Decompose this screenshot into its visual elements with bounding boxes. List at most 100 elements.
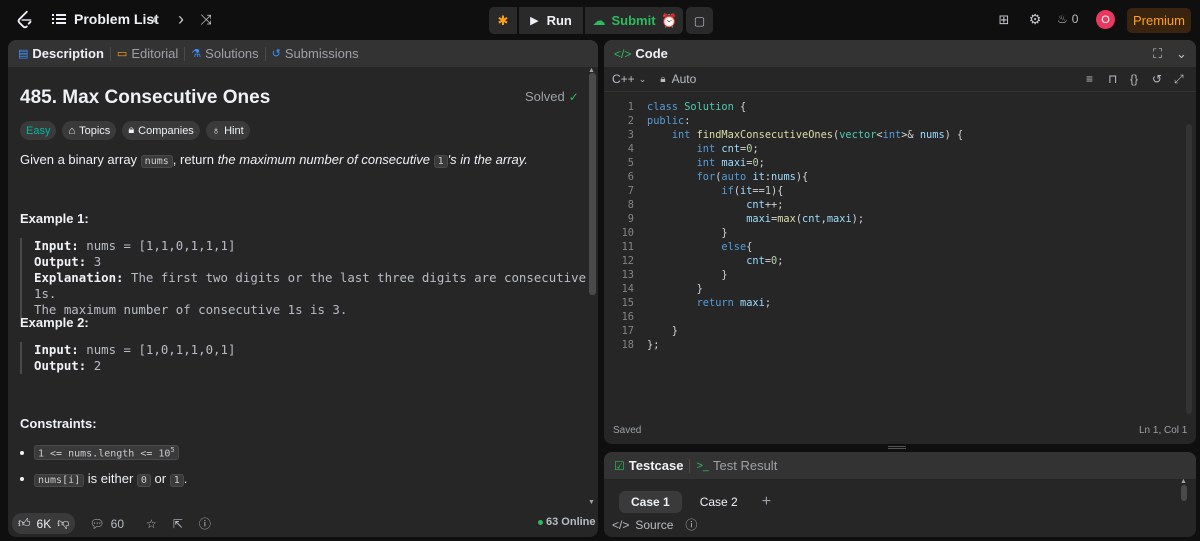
layout-grid-icon[interactable]: ⊞	[994, 11, 1014, 31]
description-tabs: ▤ Description ▭ Editorial ⚗ Solutions ↺ …	[8, 40, 598, 67]
star-icon[interactable]: ☆	[146, 517, 157, 531]
code-line: else{	[721, 241, 753, 253]
submit-label: Submit	[611, 13, 656, 28]
tab-submissions[interactable]: ↺ Submissions	[272, 46, 359, 61]
output-value: 2	[93, 358, 102, 373]
comments-button[interactable]: 💬︎ 60	[89, 517, 124, 531]
tag-icon: ⌂	[68, 124, 76, 137]
topics-label: Topics	[79, 124, 111, 137]
scrollbar-thumb[interactable]	[1181, 485, 1187, 501]
tab-testcase[interactable]: ☑ Testcase	[614, 458, 683, 473]
constraints-heading: Constraints:	[20, 416, 97, 431]
code-line: public:	[647, 115, 691, 127]
submit-button[interactable]: ☁ Submit	[585, 7, 663, 34]
history-icon: ↺	[271, 48, 281, 60]
tab-divider	[109, 46, 111, 61]
thumbs-up-icon[interactable]: 👍︎	[18, 516, 31, 531]
line-number: 14	[621, 283, 634, 295]
prev-problem-icon[interactable]: ‹	[145, 10, 165, 30]
input-value: nums = [1,1,0,1,1,1]	[86, 238, 236, 253]
panel-resize-handle[interactable]	[888, 446, 906, 449]
code-line: cnt=0;	[746, 255, 784, 267]
streak-counter[interactable]: ♨ 0	[1057, 12, 1078, 26]
help-icon[interactable]: ⓘ	[199, 515, 211, 532]
scrollbar-thumb[interactable]	[589, 73, 596, 295]
tab-solutions-label: Solutions	[205, 46, 259, 61]
scroll-up-icon[interactable]: ▲	[1180, 478, 1190, 485]
description-scrollbar[interactable]: ▲ ▼	[587, 67, 597, 510]
settings-gear-icon[interactable]: ⚙	[1025, 10, 1045, 30]
maximize-icon[interactable]: ⛶	[1153, 46, 1162, 62]
collapse-icon[interactable]: ⌄	[1176, 46, 1187, 62]
book-icon: ▭	[116, 48, 128, 60]
description-footer: 👍︎ 6K 👎︎ 💬︎ 60 ☆ ⇱ ⓘ 63 Online	[8, 510, 598, 537]
companies-chip[interactable]: 🔒︎ Companies	[122, 121, 200, 140]
share-icon[interactable]: ⇱	[173, 517, 183, 531]
line-number: 9	[627, 213, 634, 225]
bookmark-icon[interactable]: ⊓	[1108, 72, 1117, 86]
output-value: 3	[93, 254, 102, 269]
code-line: }	[647, 283, 703, 295]
run-button[interactable]: ▶ Run	[519, 7, 583, 34]
reset-icon[interactable]: ↺	[1152, 72, 1162, 86]
constraint-text-part: or	[150, 471, 170, 486]
fullscreen-icon[interactable]: ⤢	[1174, 72, 1184, 87]
debug-button[interactable]: ✱	[489, 7, 517, 34]
fire-icon: ♨	[1057, 12, 1068, 26]
line-number: 11	[621, 241, 634, 253]
tab-solutions[interactable]: ⚗ Solutions	[191, 46, 258, 61]
hint-chip[interactable]: ♁ Hint	[205, 121, 250, 140]
code-editor[interactable]: 1 2 3 4 5 6 7 8 9 10 11 12 13 14 15 16 17 18 class Soluti…	[604, 94, 1196, 414]
scrollbar-thumb[interactable]	[1186, 124, 1192, 414]
tab-test-result[interactable]: >_ Test Result	[696, 458, 777, 473]
code-line: int findMaxConsecutiveOnes(vector<int>& …	[671, 129, 964, 141]
solved-label: Solved	[525, 89, 565, 104]
leetcode-logo-icon[interactable]	[14, 9, 36, 31]
line-number: 18	[621, 339, 634, 351]
inline-code: 1	[433, 155, 448, 168]
line-number: 12	[621, 255, 634, 267]
input-value: nums = [1,0,1,1,0,1]	[86, 342, 236, 357]
braces-icon[interactable]: {}	[1130, 72, 1138, 86]
thumbs-down-icon[interactable]: 👎︎	[57, 516, 69, 531]
inline-code: nums[i]	[34, 474, 85, 487]
topics-chip[interactable]: ⌂ Topics	[62, 121, 117, 140]
help-icon[interactable]: ⓘ	[685, 516, 697, 533]
tab-editorial[interactable]: ▭ Editorial	[117, 46, 178, 61]
code-lines[interactable]: class Solution { public: int findMaxCons…	[647, 100, 963, 352]
code-line: for(auto it:nums){	[696, 171, 809, 183]
notes-button[interactable]: ▢	[686, 7, 713, 34]
bug-icon: ✱	[497, 12, 509, 28]
example-2-block: Input: nums = [1,0,1,1,0,1] Output: 2	[20, 342, 235, 374]
like-count: 6K	[36, 516, 52, 531]
timer-button[interactable]: ⏰	[656, 7, 683, 34]
format-icon[interactable]: ≡	[1086, 72, 1093, 86]
top-navbar: Problem List ‹ › ⤨ ✱ ▶ Run ☁ Submit ⏰ ▢ …	[0, 0, 1200, 40]
example-2-heading: Example 2:	[20, 315, 89, 330]
note-icon: ▢	[693, 13, 706, 28]
code-line: return maxi;	[696, 297, 772, 309]
case-tab[interactable]: Case 1	[619, 491, 682, 513]
language-select[interactable]: C++ ⌄	[612, 72, 646, 86]
constraint-text-part: .	[183, 471, 188, 486]
testcase-scrollbar[interactable]: ▲	[1180, 478, 1190, 534]
shuffle-icon[interactable]: ⤨	[196, 10, 216, 30]
code-line: int maxi=0;	[696, 157, 765, 169]
add-case-button[interactable]: +	[762, 493, 771, 511]
premium-button[interactable]: Premium	[1127, 8, 1191, 33]
difficulty-label: Easy	[26, 124, 51, 137]
auto-mode[interactable]: 🔒︎ Auto	[660, 72, 696, 86]
scroll-down-icon[interactable]: ▼	[588, 499, 595, 506]
editor-scrollbar[interactable]	[1184, 94, 1194, 419]
problem-list-link[interactable]: Problem List	[52, 11, 159, 27]
case-tab[interactable]: Case 2	[688, 491, 750, 513]
avatar[interactable]: O	[1096, 10, 1115, 29]
line-number: 4	[627, 143, 634, 155]
code-header: </> Code ⛶ ⌄	[604, 40, 1196, 67]
tab-test-result-label: Test Result	[713, 458, 778, 473]
next-problem-icon[interactable]: ›	[171, 10, 191, 30]
line-number: 5	[627, 157, 634, 169]
solved-status: Solved ✓	[525, 89, 579, 104]
source-button[interactable]: </> Source ⓘ	[612, 516, 697, 533]
tab-description[interactable]: ▤ Description	[18, 46, 104, 61]
